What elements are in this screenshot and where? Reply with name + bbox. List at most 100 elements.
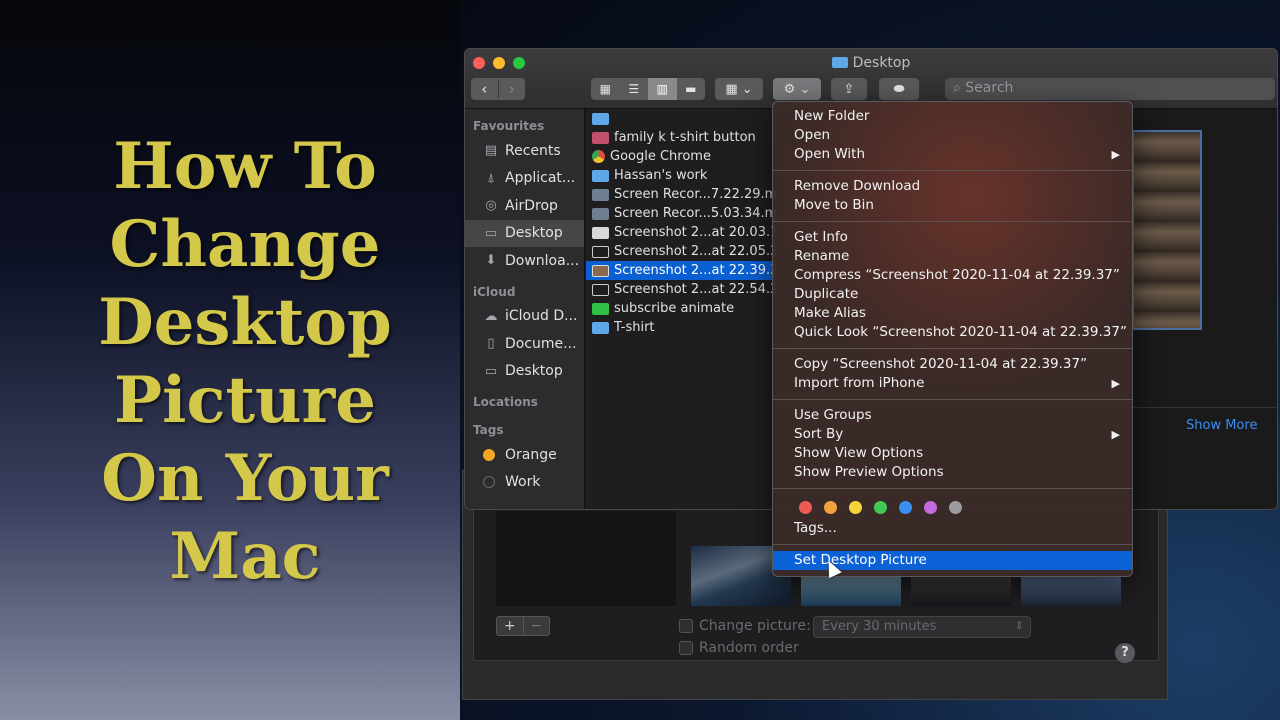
menu-item-duplicate[interactable]: Duplicate bbox=[773, 285, 1132, 304]
add-button[interactable]: + bbox=[497, 617, 523, 635]
gallery-view-icon[interactable]: ▬ bbox=[677, 78, 706, 100]
menu-item-open-with[interactable]: Open With ▶ bbox=[773, 145, 1132, 164]
sidebar-item-recents[interactable]: ▤ Recents bbox=[465, 137, 584, 165]
tag-gray-icon[interactable] bbox=[949, 500, 962, 514]
airdrop-icon: ◎ bbox=[485, 198, 497, 214]
sidebar-tag-orange[interactable]: Orange bbox=[465, 441, 584, 469]
file-item[interactable]: Screenshot 2...at 20.03.18 bbox=[586, 223, 776, 242]
sidebar-item-downloads[interactable]: ⬇ Downloa... bbox=[465, 247, 584, 275]
download-icon: ⬇ bbox=[485, 253, 497, 269]
file-item[interactable]: Screenshot 2...at 22.05.22 bbox=[586, 242, 776, 261]
sidebar-section-locations: Locations bbox=[473, 395, 538, 409]
tag-dot-icon bbox=[483, 448, 495, 461]
tag-green-icon[interactable] bbox=[874, 500, 887, 514]
tag-purple-icon[interactable] bbox=[924, 500, 937, 514]
file-item[interactable]: Screen Recor...5.03.34.mo bbox=[586, 204, 776, 223]
file-item[interactable]: T-shirt bbox=[586, 318, 776, 337]
file-column: family k t-shirt button Google Chrome Ha… bbox=[586, 109, 776, 509]
menu-item-make-alias[interactable]: Make Alias bbox=[773, 304, 1132, 323]
video-file-icon bbox=[592, 207, 609, 220]
sidebar-tag-work[interactable]: Work bbox=[465, 469, 584, 497]
grid-icon: ▦ ⌄ bbox=[725, 81, 753, 97]
tag-red-icon[interactable] bbox=[799, 500, 812, 514]
folder-icon bbox=[592, 321, 609, 334]
file-item[interactable]: Screen Recor...7.22.29.mo bbox=[586, 185, 776, 204]
menu-separator bbox=[773, 399, 1132, 400]
file-item[interactable] bbox=[586, 109, 776, 128]
change-picture-checkbox[interactable] bbox=[679, 619, 693, 633]
menu-item-show-view-options[interactable]: Show View Options bbox=[773, 444, 1132, 463]
menu-separator bbox=[773, 348, 1132, 349]
menu-separator bbox=[773, 221, 1132, 222]
title-line: Picture bbox=[114, 363, 376, 438]
file-name: Screenshot 2...at 22.39.37 bbox=[614, 263, 776, 278]
menu-item-new-folder[interactable]: New Folder bbox=[773, 107, 1132, 126]
file-item[interactable]: Google Chrome bbox=[586, 147, 776, 166]
sidebar: Favourites ▤ Recents ⍋ Applicat... ◎ AirDro… bbox=[465, 109, 585, 509]
tag-blue-icon[interactable] bbox=[899, 500, 912, 514]
column-view-icon[interactable]: ▥ bbox=[648, 78, 677, 100]
sidebar-section-icloud: iCloud bbox=[473, 284, 516, 299]
file-name: Screenshot 2...at 22.05.22 bbox=[614, 244, 776, 259]
icon-view-icon[interactable]: ▦ bbox=[591, 78, 620, 100]
file-item[interactable]: Hassan's work bbox=[586, 166, 776, 185]
file-name: Google Chrome bbox=[610, 149, 711, 164]
share-icon: ⇪ bbox=[843, 81, 855, 97]
interval-select[interactable]: Every 30 minutes ⇕ bbox=[813, 616, 1031, 638]
image-file-icon bbox=[592, 131, 609, 144]
sidebar-section-tags: Tags bbox=[473, 423, 504, 437]
menu-item-tags[interactable]: Tags... bbox=[773, 519, 1132, 538]
menu-item-copy[interactable]: Copy “Screenshot 2020-11-04 at 22.39.37” bbox=[773, 355, 1132, 374]
sidebar-item-documents[interactable]: ▯ Docume... bbox=[465, 330, 584, 358]
menu-item-rename[interactable]: Rename bbox=[773, 247, 1132, 266]
sidebar-item-icloud-drive[interactable]: ☁ iCloud D... bbox=[465, 303, 584, 331]
menu-item-remove-download[interactable]: Remove Download bbox=[773, 177, 1132, 196]
sidebar-item-airdrop[interactable]: ◎ AirDrop bbox=[465, 192, 584, 220]
sidebar-item-desktop[interactable]: ▭ Desktop bbox=[465, 219, 584, 247]
back-button[interactable]: ‹ bbox=[471, 80, 498, 98]
file-name: Screen Recor...7.22.29.mo bbox=[614, 187, 776, 202]
sidebar-item-icloud-desktop[interactable]: ▭ Desktop bbox=[465, 358, 584, 386]
title-line: Desktop bbox=[98, 285, 392, 360]
sidebar-item-label: Docume... bbox=[505, 335, 577, 352]
sidebar-item-label: Work bbox=[505, 474, 541, 491]
random-order-checkbox[interactable] bbox=[679, 641, 693, 655]
file-item[interactable]: subscribe animate bbox=[586, 299, 776, 318]
group-button[interactable]: ▦ ⌄ bbox=[715, 78, 763, 100]
menu-item-move-to-bin[interactable]: Move to Bin bbox=[773, 196, 1132, 215]
share-button[interactable]: ⇪ bbox=[831, 78, 867, 100]
folder-icon bbox=[592, 112, 609, 125]
help-button[interactable]: ? bbox=[1115, 643, 1135, 663]
menu-item-open[interactable]: Open bbox=[773, 126, 1132, 145]
search-field[interactable]: ⌕ Search bbox=[945, 78, 1275, 100]
list-view-icon[interactable]: ☰ bbox=[620, 78, 649, 100]
menu-item-sort-by[interactable]: Sort By ▶ bbox=[773, 425, 1132, 444]
tag-color-row bbox=[773, 495, 1132, 519]
prefs-folder-list bbox=[496, 511, 676, 606]
sidebar-item-applications[interactable]: ⍋ Applicat... bbox=[465, 165, 584, 193]
show-more-link[interactable]: Show More bbox=[1186, 418, 1257, 433]
submenu-arrow-icon: ▶ bbox=[1111, 148, 1120, 161]
view-switcher: ▦ ☰ ▥ ▬ bbox=[591, 78, 705, 100]
remove-button[interactable]: − bbox=[522, 617, 550, 635]
forward-button[interactable]: › bbox=[497, 80, 526, 98]
file-item[interactable]: family k t-shirt button bbox=[586, 128, 776, 147]
tag-dot-icon bbox=[483, 476, 495, 489]
file-name: Screen Recor...5.03.34.mo bbox=[614, 206, 776, 221]
file-item-selected[interactable]: Screenshot 2...at 22.39.37 bbox=[586, 261, 776, 280]
random-order-row: Random order bbox=[679, 640, 799, 656]
menu-item-quick-look[interactable]: Quick Look “Screenshot 2020-11-04 at 22.… bbox=[773, 323, 1132, 342]
action-button[interactable]: ⚙ ⌄ bbox=[773, 78, 821, 100]
menu-item-use-groups[interactable]: Use Groups bbox=[773, 406, 1132, 425]
search-placeholder: Search bbox=[965, 80, 1014, 96]
change-picture-row: Change picture: bbox=[679, 618, 811, 634]
menu-item-get-info[interactable]: Get Info bbox=[773, 228, 1132, 247]
menu-item-compress[interactable]: Compress “Screenshot 2020-11-04 at 22.39… bbox=[773, 266, 1132, 285]
menu-item-import-from-iphone[interactable]: Import from iPhone ▶ bbox=[773, 374, 1132, 393]
tag-yellow-icon[interactable] bbox=[849, 500, 862, 514]
menu-item-show-preview-options[interactable]: Show Preview Options bbox=[773, 463, 1132, 482]
tag-orange-icon[interactable] bbox=[824, 500, 837, 514]
file-item[interactable]: Screenshot 2...at 22.54.21 bbox=[586, 280, 776, 299]
tag-button[interactable]: ⬬ bbox=[879, 78, 919, 100]
folder-icon bbox=[831, 57, 848, 68]
